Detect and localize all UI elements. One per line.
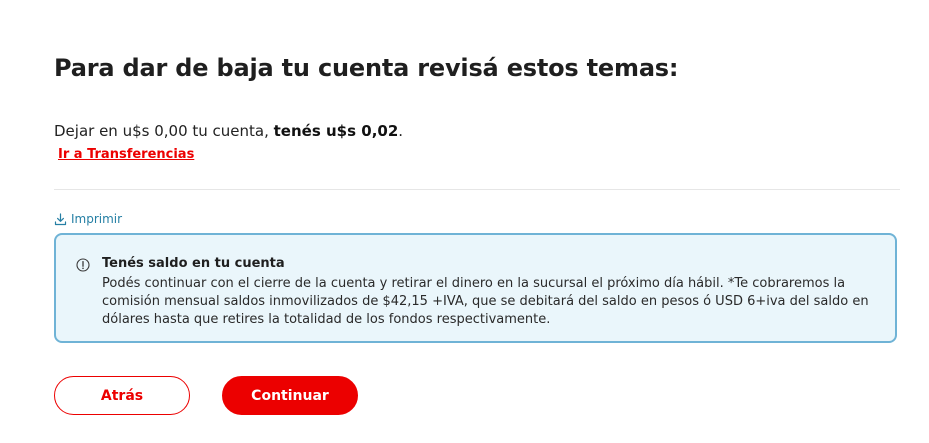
page-title: Para dar de baja tu cuenta revisá estos …	[54, 54, 679, 82]
notice-title: Tenés saldo en tu cuenta	[102, 256, 285, 271]
requirement-balance: tenés u$s 0,02	[273, 122, 399, 140]
balance-requirement: Dejar en u$s 0,00 tu cuenta, tenés u$s 0…	[54, 122, 403, 140]
requirement-text: Dejar en u$s 0,00 tu cuenta,	[54, 122, 274, 140]
print-label: Imprimir	[71, 212, 123, 226]
continue-button[interactable]: Continuar	[222, 376, 358, 415]
notice-body: Podés continuar con el cierre de la cuen…	[102, 276, 869, 327]
balance-notice: Tenés saldo en tu cuenta Podés continuar…	[54, 233, 897, 343]
download-icon	[54, 212, 67, 226]
requirement-suffix: .	[398, 122, 404, 140]
transfers-link[interactable]: Ir a Transferencias	[58, 147, 194, 162]
back-button[interactable]: Atrás	[54, 376, 190, 415]
divider	[54, 189, 900, 190]
info-icon	[76, 257, 90, 276]
print-button[interactable]: Imprimir	[54, 212, 122, 226]
close-account-page: Para dar de baja tu cuenta revisá estos …	[0, 0, 929, 443]
